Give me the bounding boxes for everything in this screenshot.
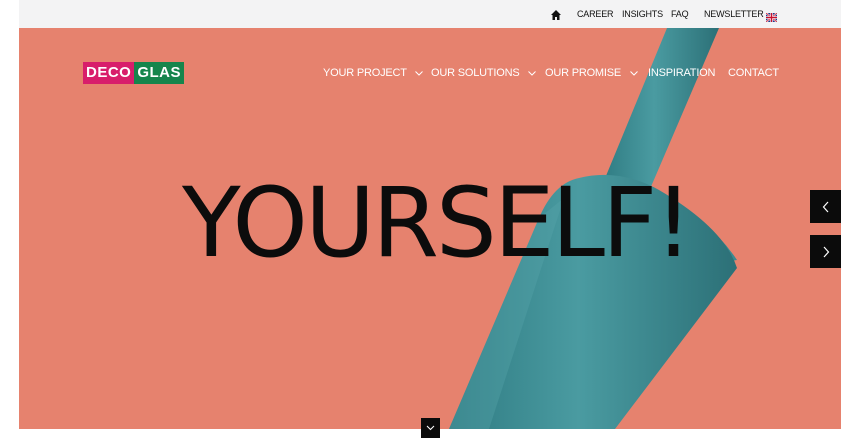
- slider-prev-button[interactable]: [810, 190, 841, 223]
- hero-banner: DECO GLAS YOUR PROJECT OUR SOLUTIONS OUR…: [19, 28, 841, 429]
- chevron-down-icon: [630, 70, 638, 76]
- slider-next-button[interactable]: [810, 235, 841, 268]
- nav-label: OUR PROMISE: [545, 67, 622, 79]
- logo-glas-text: GLAS: [134, 62, 185, 84]
- nav-our-solutions[interactable]: OUR SOLUTIONS: [431, 67, 537, 79]
- chevron-left-icon: [822, 201, 828, 212]
- nav-label: INSPIRATION: [648, 67, 716, 79]
- nav-label: OUR SOLUTIONS: [431, 67, 520, 79]
- newsletter-link[interactable]: NEWSLETTER: [704, 9, 764, 19]
- nav-inspiration[interactable]: INSPIRATION: [648, 67, 715, 79]
- chevron-down-icon: [528, 70, 537, 76]
- decoglas-logo[interactable]: DECO GLAS: [83, 62, 185, 84]
- hero-headline: YOURSELF!: [182, 167, 693, 279]
- home-icon[interactable]: [550, 8, 562, 20]
- faq-link[interactable]: FAQ: [671, 9, 689, 19]
- chevron-down-icon: [415, 70, 424, 76]
- nav-label: YOUR PROJECT: [323, 67, 407, 79]
- career-link[interactable]: CAREER: [577, 9, 614, 19]
- chevron-right-icon: [823, 246, 829, 257]
- scroll-down-button[interactable]: [421, 418, 440, 438]
- nav-contact[interactable]: CONTACT: [728, 67, 779, 79]
- logo-deco-text: DECO: [83, 62, 135, 84]
- nav-our-promise[interactable]: OUR PROMISE: [545, 67, 638, 79]
- nav-your-project[interactable]: YOUR PROJECT: [323, 67, 424, 79]
- nav-label: CONTACT: [728, 67, 779, 79]
- insights-link[interactable]: INSIGHTS: [622, 9, 663, 19]
- chevron-down-icon: [426, 425, 435, 431]
- top-utility-bar: CAREER INSIGHTS FAQ NEWSLETTER: [19, 0, 841, 28]
- uk-flag-icon[interactable]: [765, 9, 778, 23]
